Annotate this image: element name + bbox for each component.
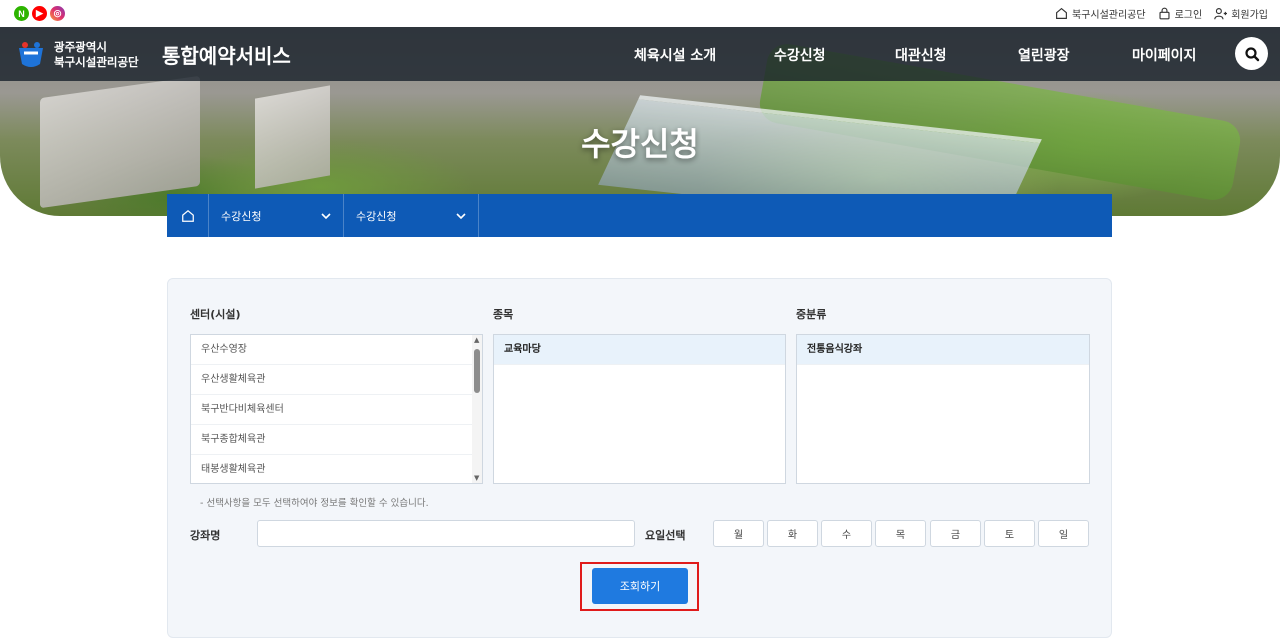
- service-title[interactable]: 통합예약서비스: [162, 40, 291, 69]
- day-select-label: 요일선택: [645, 529, 686, 542]
- home-icon: [181, 209, 194, 222]
- course-name-label: 강좌명: [190, 529, 221, 542]
- list-item[interactable]: 우산생활체육관: [191, 365, 482, 395]
- course-search-panel: 센터(시설) 종목 중분류 우산수영장 우산생활체육관 북구반다비체육센터 북구…: [167, 278, 1112, 638]
- day-sun-button[interactable]: 일: [1038, 520, 1089, 547]
- search-button[interactable]: [1235, 37, 1268, 70]
- day-mon-button[interactable]: 월: [713, 520, 764, 547]
- breadcrumb-level2-label: 수강신청: [356, 209, 397, 223]
- category-list[interactable]: 전통음식강좌: [796, 334, 1090, 484]
- org-home-link[interactable]: 북구시설관리공단: [1055, 6, 1146, 21]
- nav-mypage[interactable]: 마이페이지: [1132, 45, 1196, 65]
- top-utility-bar: N ▶ ◎ 북구시설관리공단 로그인 회원가입: [0, 0, 1280, 27]
- breadcrumb-level1-label: 수강신청: [221, 209, 262, 223]
- breadcrumb: 수강신청 수강신청: [167, 194, 1112, 237]
- category-header: 중분류: [796, 308, 827, 321]
- list-item[interactable]: 전통음식강좌: [797, 335, 1089, 365]
- nav-rental[interactable]: 대관신청: [895, 45, 947, 65]
- breadcrumb-home[interactable]: [167, 194, 209, 237]
- home-icon: [1056, 7, 1067, 19]
- org-logo[interactable]: 광주광역시 북구시설관리공단: [16, 40, 139, 70]
- org-home-label: 북구시설관리공단: [1071, 10, 1146, 21]
- sport-list[interactable]: 교육마당: [493, 334, 786, 484]
- youtube-icon[interactable]: ▶: [32, 6, 47, 21]
- sns-links: N ▶ ◎: [14, 6, 65, 21]
- instagram-icon[interactable]: ◎: [50, 6, 65, 21]
- signup-link[interactable]: 회원가입: [1214, 6, 1268, 21]
- course-name-input[interactable]: [257, 520, 635, 547]
- user-add-icon: [1214, 8, 1228, 20]
- nav-facility-intro[interactable]: 체육시설 소개: [634, 45, 716, 65]
- page-title: 수강신청: [581, 125, 699, 163]
- hero-banner: 광주광역시 북구시설관리공단 통합예약서비스 체육시설 소개 수강신청 대관신청…: [0, 27, 1280, 216]
- nav-course-registration[interactable]: 수강신청: [774, 45, 826, 65]
- chevron-down-icon: [456, 212, 466, 219]
- day-wed-button[interactable]: 수: [821, 520, 872, 547]
- list-item[interactable]: 태봉생활체육관: [191, 455, 482, 483]
- breadcrumb-dropdown-level1[interactable]: 수강신청: [209, 194, 344, 237]
- center-list-scrollbar[interactable]: ▲ ▼: [472, 335, 482, 483]
- center-list[interactable]: 우산수영장 우산생활체육관 북구반다비체육센터 북구종합체육관 태봉생활체육관 …: [190, 334, 483, 484]
- selection-notice: - 선택사항을 모두 선택하여야 정보를 확인할 수 있습니다.: [200, 498, 429, 509]
- scroll-thumb[interactable]: [474, 349, 480, 393]
- utility-links: 북구시설관리공단 로그인 회원가입: [1055, 6, 1268, 21]
- nav-open-plaza[interactable]: 열린광장: [1018, 45, 1070, 65]
- day-tue-button[interactable]: 화: [767, 520, 818, 547]
- chevron-down-icon: [321, 212, 331, 219]
- signup-label: 회원가입: [1231, 10, 1268, 21]
- search-icon: [1244, 46, 1259, 61]
- lock-icon: [1159, 7, 1170, 20]
- login-label: 로그인: [1174, 10, 1203, 21]
- list-item[interactable]: 북구종합체육관: [191, 425, 482, 455]
- day-thu-button[interactable]: 목: [875, 520, 926, 547]
- search-submit-button[interactable]: 조회하기: [592, 568, 688, 604]
- org-name-line1: 광주광역시: [54, 40, 107, 54]
- naver-icon[interactable]: N: [14, 6, 29, 21]
- list-item[interactable]: 교육마당: [494, 335, 785, 365]
- scroll-down-icon[interactable]: ▼: [474, 474, 479, 482]
- login-link[interactable]: 로그인: [1158, 6, 1203, 21]
- center-header: 센터(시설): [190, 308, 241, 321]
- sport-header: 종목: [493, 308, 514, 321]
- list-item[interactable]: 북구반다비체육센터: [191, 395, 482, 425]
- day-fri-button[interactable]: 금: [930, 520, 981, 547]
- org-name-line2: 북구시설관리공단: [54, 55, 139, 69]
- day-sat-button[interactable]: 토: [984, 520, 1035, 547]
- logo-emblem-icon: [19, 42, 43, 67]
- list-item[interactable]: 우산수영장: [191, 335, 482, 365]
- breadcrumb-dropdown-level2[interactable]: 수강신청: [344, 194, 479, 237]
- scroll-up-icon[interactable]: ▲: [474, 336, 479, 344]
